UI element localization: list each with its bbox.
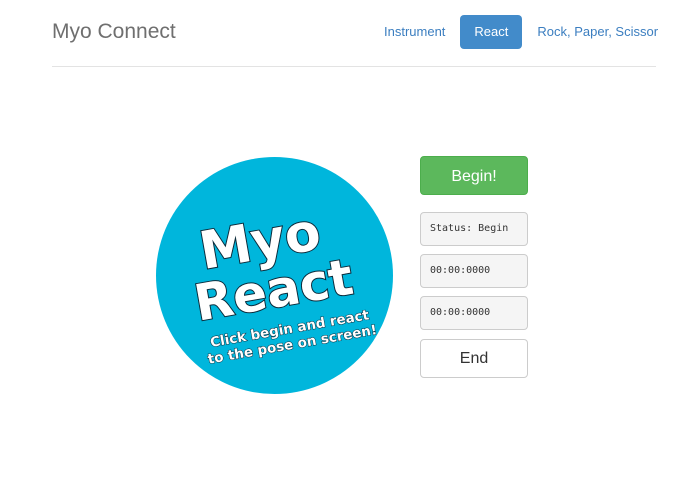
myo-react-logo: Myo React Click begin and react to the p… (156, 157, 393, 394)
nav-react[interactable]: React (460, 15, 523, 49)
top-nav: Instrument React Rock, Paper, Scissor (371, 15, 671, 49)
end-button[interactable]: End (420, 339, 528, 378)
page: Myo Connect Instrument React Rock, Paper… (0, 0, 695, 494)
begin-button[interactable]: Begin! (420, 156, 528, 195)
status-display: Status: Begin (420, 212, 528, 246)
header-divider (52, 66, 656, 67)
brand-title[interactable]: Myo Connect (52, 18, 176, 46)
nav-rock-paper-scissor[interactable]: Rock, Paper, Scissor (524, 15, 671, 49)
nav-instrument[interactable]: Instrument (371, 15, 458, 49)
timer-display-1: 00:00:0000 (420, 254, 528, 288)
timer-display-2: 00:00:0000 (420, 296, 528, 330)
